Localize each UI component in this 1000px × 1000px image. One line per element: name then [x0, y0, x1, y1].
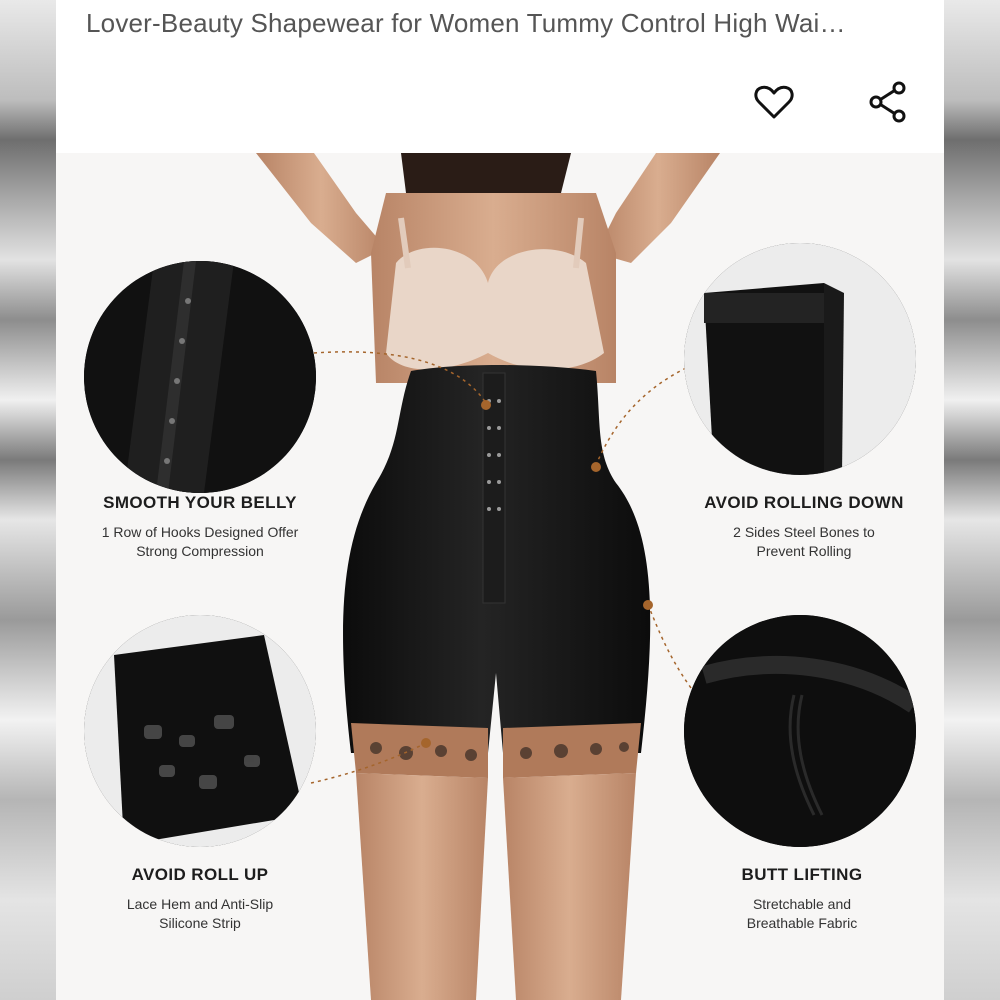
feature-description: 1 Row of Hooks Designed Offer Strong Com… [101, 524, 299, 559]
detail-butt-lifting-image [684, 615, 916, 847]
detail-hooks-image [84, 261, 316, 493]
detail-steel-bones-image [684, 243, 916, 475]
product-title[interactable]: Lover-Beauty Shapewear for Women Tummy C… [86, 8, 916, 39]
background-right [944, 0, 1000, 1000]
share-button[interactable] [864, 78, 912, 126]
feature-description: Stretchable and Breathable Fabric [746, 896, 858, 931]
heart-outline-icon [754, 85, 794, 119]
detail-lace-hem-image [84, 615, 316, 847]
feature-heading: AVOID ROLL UP [131, 865, 269, 884]
favorite-button[interactable] [750, 78, 798, 126]
feature-avoid-rolling-down: AVOID ROLLING DOWN 2 Sides Steel Bones t… [674, 493, 934, 561]
feature-heading: SMOOTH YOUR BELLY [103, 493, 297, 512]
feature-smooth-belly: SMOOTH YOUR BELLY 1 Row of Hooks Designe… [70, 493, 330, 561]
product-image[interactable]: SMOOTH YOUR BELLY 1 Row of Hooks Designe… [56, 153, 944, 1000]
share-icon [869, 81, 906, 123]
feature-avoid-roll-up: AVOID ROLL UP Lace Hem and Anti-Slip Sil… [70, 865, 330, 933]
feature-butt-lifting: BUTT LIFTING Stretchable and Breathable … [672, 865, 932, 933]
feature-heading: AVOID ROLLING DOWN [704, 493, 904, 512]
background-left [0, 0, 56, 1000]
feature-description: 2 Sides Steel Bones to Prevent Rolling [733, 524, 875, 559]
feature-heading: BUTT LIFTING [741, 865, 863, 884]
product-card: Lover-Beauty Shapewear for Women Tummy C… [56, 0, 944, 1000]
feature-description: Lace Hem and Anti-Slip Silicone Strip [126, 896, 274, 931]
